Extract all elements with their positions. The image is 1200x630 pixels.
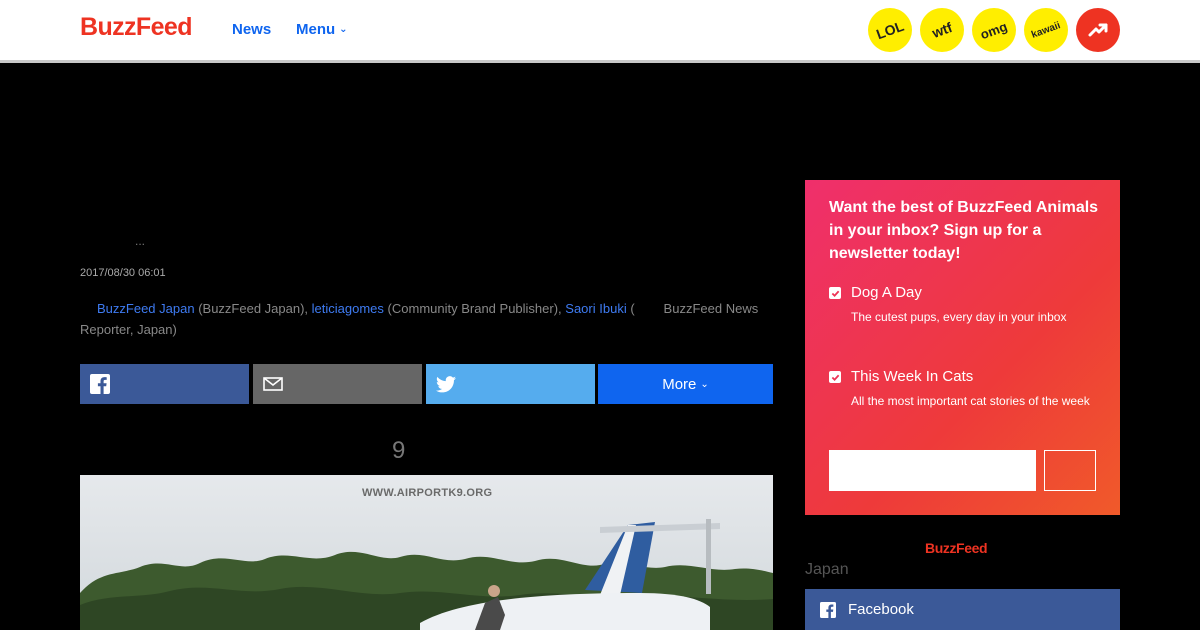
this-week-in-cats-checkbox[interactable] (829, 371, 841, 383)
newsletter-title: Want the best of BuzzFeed Animals in you… (829, 199, 1099, 262)
mail-icon (263, 377, 283, 391)
article-photo: WWW.AIRPORTK9.ORG (80, 475, 773, 630)
publish-date: 2017/08/30 06:01 (80, 267, 166, 279)
follow-facebook-button[interactable]: Facebook (805, 589, 1120, 630)
photo-watermark: WWW.AIRPORTK9.ORG (362, 487, 493, 499)
kawaii-badge[interactable]: kawaii (1024, 8, 1068, 52)
option-description: All the most important cat stories of th… (851, 394, 1090, 408)
share-twitter-button[interactable] (426, 364, 595, 404)
author-role-2: (Community Brand Publisher), (387, 301, 566, 316)
section-heading-fragment: 9 (392, 437, 406, 464)
author-link-buzzfeed-japan[interactable]: BuzzFeed Japan (97, 301, 195, 316)
checkmark-icon (831, 290, 839, 297)
facebook-icon (820, 601, 836, 618)
author-role-1: (BuzzFeed Japan), (198, 301, 312, 316)
author-link-leticiagomes[interactable]: leticiagomes (312, 301, 384, 316)
option-name: Dog A Day (851, 284, 922, 301)
chevron-down-icon: ⌄ (700, 378, 709, 390)
twitter-icon (436, 375, 456, 393)
facebook-icon (90, 374, 110, 394)
site-header: BuzzFeed News Menu ⌄ LOL wtf omg kawaii (0, 0, 1200, 60)
omg-badge-label: omg (978, 18, 1010, 42)
option-description: The cutest pups, every day in your inbox (851, 310, 1067, 324)
share-email-button[interactable] (253, 364, 422, 404)
nav-menu-button[interactable]: Menu ⌄ (296, 21, 348, 38)
checkmark-icon (831, 374, 839, 381)
facebook-label: Facebook (848, 601, 914, 618)
wtf-badge-label: wtf (929, 19, 955, 41)
wtf-badge[interactable]: wtf (920, 8, 964, 52)
trending-arrow-icon (1088, 23, 1108, 37)
byline: BuzzFeed Japan (BuzzFeed Japan), leticia… (80, 298, 792, 340)
dog-a-day-checkbox[interactable] (829, 287, 841, 299)
title-ellipsis: ... (135, 234, 146, 248)
nav-news-link[interactable]: News (232, 21, 271, 38)
lol-badge-label: LOL (874, 17, 906, 43)
sidebar-region-label: Japan (805, 561, 849, 578)
kawaii-badge-label: kawaii (1030, 19, 1062, 41)
nav-menu-label: Menu (296, 21, 336, 38)
omg-badge[interactable]: omg (972, 8, 1016, 52)
option-name: This Week In Cats (851, 368, 974, 385)
header-divider (0, 60, 1200, 63)
chevron-down-icon: ⌄ (339, 24, 348, 35)
trending-badge[interactable] (1076, 8, 1120, 52)
share-more-label: More (662, 375, 697, 393)
author-link-saori-ibuki[interactable]: Saori Ibuki (565, 301, 626, 316)
share-facebook-button[interactable] (80, 364, 249, 404)
lol-badge[interactable]: LOL (868, 8, 912, 52)
buzzfeed-logo[interactable]: BuzzFeed (80, 13, 192, 42)
newsletter-submit-button[interactable] (1044, 450, 1096, 491)
newsletter-signup: Want the best of BuzzFeed Animals in you… (805, 180, 1120, 515)
share-more-button[interactable]: More ⌄ (598, 364, 773, 404)
newsletter-email-input[interactable] (829, 450, 1036, 491)
sidebar-buzzfeed-logo: BuzzFeed (925, 540, 988, 556)
